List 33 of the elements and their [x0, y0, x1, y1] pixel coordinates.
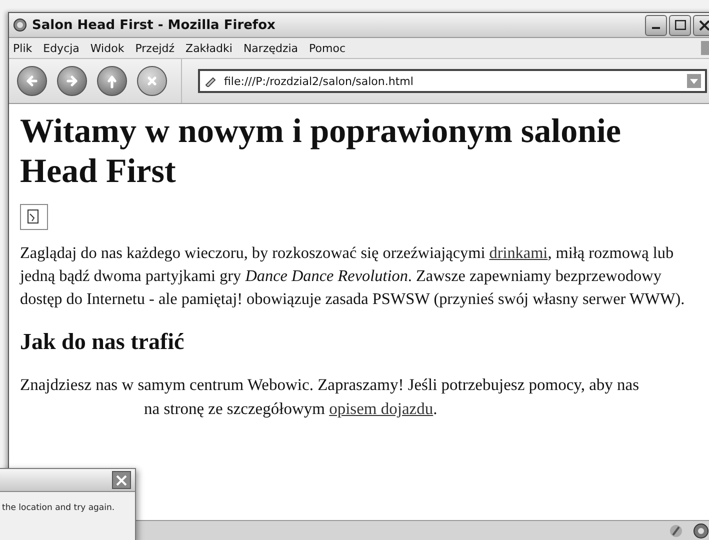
- window-title: Salon Head First - Mozilla Firefox: [32, 18, 276, 32]
- menu-item[interactable]: Widok: [90, 42, 124, 54]
- dialog-message: the location and try again.: [1, 502, 116, 513]
- forward-button[interactable]: [57, 66, 87, 96]
- security-icon: [669, 524, 683, 538]
- menu-item[interactable]: Przejdź: [135, 42, 175, 54]
- close-icon: [116, 474, 127, 486]
- section-heading: Jak do nas trafić: [20, 329, 186, 355]
- directions-text: Znajdziesz nas w samym centrum Webowic. Zapraszamy! Jeśli potrzebujesz pomocy, aby nas: [20, 374, 640, 396]
- stop-button[interactable]: [137, 66, 167, 96]
- intro-paragraph: Zaglądaj do nas każdego wieczoru, by rozkoszować się orzeźwiającymi drinkami, miłą rozmową lub jedną bądź dwoma partyjkami gry Dance Dance Revolution. Zawsze zapewniamy bezprzewodowy dostęp do Internetu - ale pamiętaj! obowiązuje zasada PSWSW (przynieś swój własny serwer WWW).: [20, 243, 686, 310]
- maximize-button[interactable]: [669, 14, 691, 36]
- address-field[interactable]: file:///P:/rozdzial2/salon/salon.html: [198, 69, 707, 93]
- dropdown-icon[interactable]: [687, 74, 701, 88]
- text-link[interactable]: drinkami: [489, 244, 548, 262]
- reload-button[interactable]: [97, 66, 127, 96]
- menu-item[interactable]: Plik: [13, 42, 32, 54]
- directions-text: na stronę ze szczegółowym opisem dojazdu.: [143, 398, 438, 420]
- menu-item[interactable]: Pomoc: [309, 42, 346, 54]
- close-button[interactable]: [112, 471, 131, 489]
- close-icon: [698, 20, 709, 30]
- text-link[interactable]: opisem dojazdu: [329, 399, 434, 418]
- maximize-icon: [674, 20, 686, 30]
- back-button[interactable]: [17, 66, 47, 96]
- page-heading: Witamy w nowym i poprawionym salonie Head First: [20, 112, 622, 192]
- minimize-button[interactable]: [645, 14, 667, 36]
- right-arrow-icon: [64, 73, 80, 89]
- menu-item[interactable]: Edycja: [43, 42, 80, 54]
- menu-item[interactable]: Narzędzia: [243, 42, 298, 54]
- close-button[interactable]: [693, 14, 709, 36]
- left-arrow-icon: [24, 73, 40, 89]
- menu-item[interactable]: Zakładki: [186, 42, 232, 54]
- broken-image-icon: [20, 204, 48, 230]
